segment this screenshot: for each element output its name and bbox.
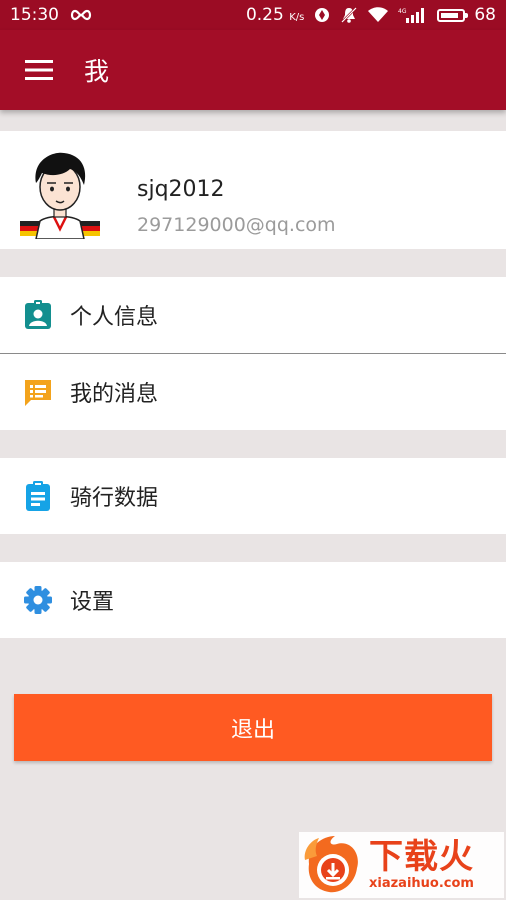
network-type: 4G xyxy=(398,8,407,15)
menu-item-label: 个人信息 xyxy=(70,305,159,330)
watermark-logo xyxy=(304,836,358,893)
status-left: 15:30 xyxy=(10,5,93,25)
menu-item-label: 设置 xyxy=(70,590,115,615)
gear-icon xyxy=(20,582,56,618)
menu-item-label: 骑行数据 xyxy=(70,486,159,511)
menu-item-my-messages[interactable]: 我的消息 xyxy=(0,354,506,430)
avatar xyxy=(20,152,100,239)
watermark: 下载火 xiazaihuo.com xyxy=(299,832,504,898)
battery-icon xyxy=(437,8,469,22)
watermark-url: xiazaihuo.com xyxy=(369,876,474,891)
chat-icon xyxy=(20,374,56,410)
data-sync-icon xyxy=(313,6,331,24)
hamburger-icon xyxy=(25,60,53,80)
page-title: 我 xyxy=(84,57,110,86)
menu-button[interactable] xyxy=(0,30,78,110)
menu-item-label: 我的消息 xyxy=(70,382,159,407)
contact-card-icon xyxy=(20,297,56,333)
network-speed: 0.25 K/s xyxy=(246,5,304,25)
mute-icon xyxy=(340,6,358,24)
battery-level: 68 xyxy=(474,5,496,25)
watermark-title: 下载火 xyxy=(369,837,474,877)
app-bar: 我 xyxy=(0,30,506,110)
status-right: 0.25 K/s 4G 68 xyxy=(246,5,496,25)
clipboard-icon xyxy=(20,478,56,514)
status-time: 15:30 xyxy=(10,5,59,25)
menu-item-personal-info[interactable]: 个人信息 xyxy=(0,277,506,353)
menu-item-ride-data[interactable]: 骑行数据 xyxy=(0,458,506,534)
network-speed-value: 0.25 xyxy=(245,5,284,25)
watermark-text: 下载火 xiazaihuo.com xyxy=(369,838,474,892)
network-speed-unit: K/s xyxy=(289,12,305,23)
logout-button[interactable]: 退出 xyxy=(14,694,492,761)
user-email: 297129000@qq.com xyxy=(137,214,336,236)
profile-card[interactable]: sjq2012 297129000@qq.com xyxy=(0,131,506,249)
infinity-icon xyxy=(69,8,93,22)
signal-icon: 4G xyxy=(398,7,426,23)
username: sjq2012 xyxy=(137,177,225,202)
wifi-icon xyxy=(367,7,389,23)
status-bar: 15:30 0.25 K/s 4G 68 xyxy=(0,0,506,30)
menu-item-settings[interactable]: 设置 xyxy=(0,562,506,638)
